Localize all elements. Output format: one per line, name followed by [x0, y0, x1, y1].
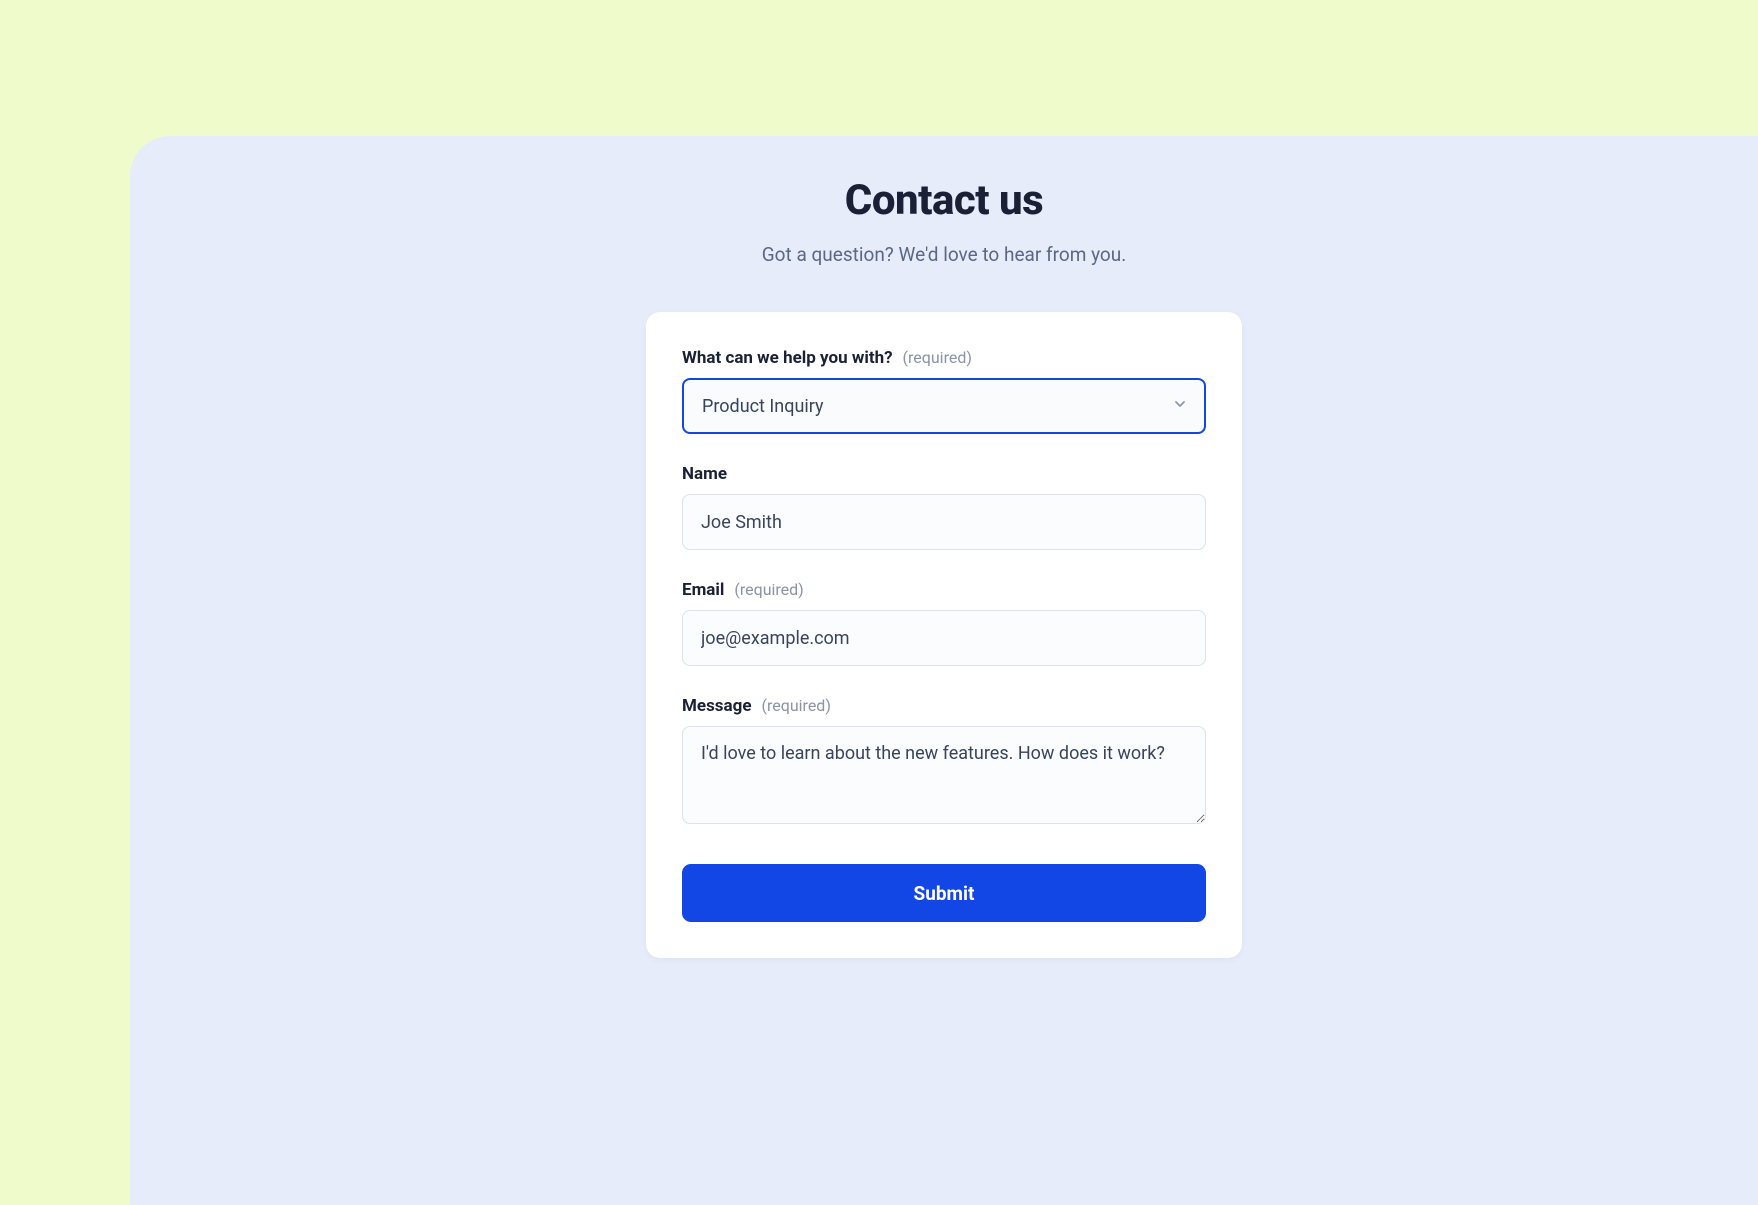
email-label: Email: [682, 580, 724, 600]
message-group: Message (required) I'd love to learn abo…: [682, 696, 1206, 828]
email-input[interactable]: [682, 610, 1206, 666]
topic-required-hint: (required): [903, 348, 972, 367]
topic-group: What can we help you with? (required) Pr…: [682, 348, 1206, 434]
topic-label: What can we help you with?: [682, 348, 893, 368]
page-subtitle: Got a question? We'd love to hear from y…: [130, 243, 1758, 266]
topic-label-row: What can we help you with? (required): [682, 348, 1206, 368]
header: Contact us Got a question? We'd love to …: [130, 176, 1758, 266]
page-title: Contact us: [130, 176, 1758, 225]
submit-button[interactable]: Submit: [682, 864, 1206, 922]
contact-panel: Contact us Got a question? We'd love to …: [130, 136, 1758, 1205]
topic-select[interactable]: Product Inquiry: [682, 378, 1206, 434]
name-label-row: Name: [682, 464, 1206, 484]
name-group: Name: [682, 464, 1206, 550]
message-required-hint: (required): [762, 696, 831, 715]
name-label: Name: [682, 464, 727, 484]
topic-select-wrapper: Product Inquiry: [682, 378, 1206, 434]
message-label: Message: [682, 696, 752, 716]
email-required-hint: (required): [734, 580, 803, 599]
name-input[interactable]: [682, 494, 1206, 550]
message-textarea[interactable]: I'd love to learn about the new features…: [682, 726, 1206, 824]
email-label-row: Email (required): [682, 580, 1206, 600]
message-label-row: Message (required): [682, 696, 1206, 716]
email-group: Email (required): [682, 580, 1206, 666]
contact-form-card: What can we help you with? (required) Pr…: [646, 312, 1242, 958]
